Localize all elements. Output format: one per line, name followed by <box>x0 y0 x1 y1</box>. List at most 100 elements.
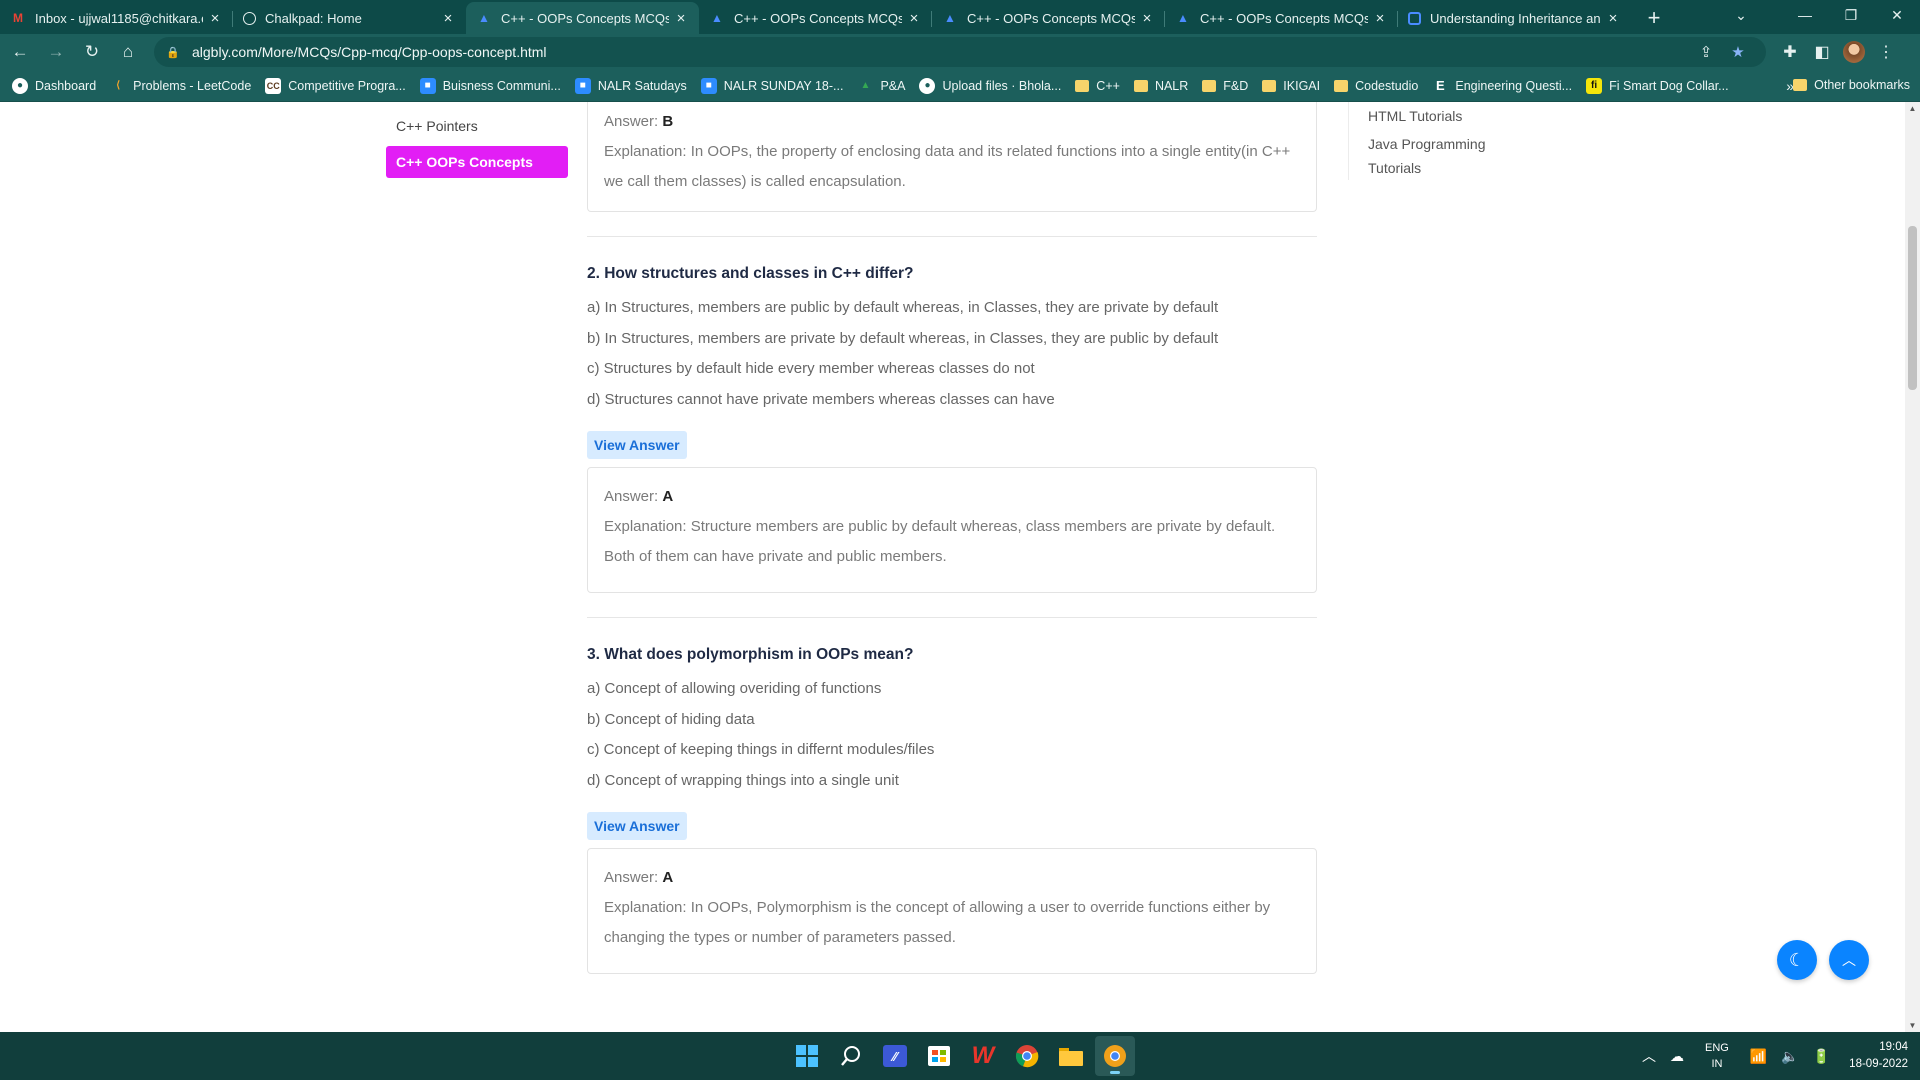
speaker-icon[interactable]: 🔈 <box>1781 1048 1798 1065</box>
lock-icon[interactable]: 🔒 <box>166 46 180 59</box>
tab-title: C++ - OOPs Concepts MCQs (M <box>1200 10 1368 26</box>
right-nav-html-tutorials[interactable]: HTML Tutorials <box>1368 104 1548 128</box>
answer-key: A <box>662 869 674 886</box>
windows-start-icon[interactable] <box>787 1036 827 1076</box>
other-bookmarks[interactable]: Other bookmarks <box>1793 78 1910 92</box>
bookmark-pa[interactable]: ▲ P&A <box>857 78 906 94</box>
globe-icon <box>243 11 256 25</box>
bookmark-folder-cpp[interactable]: C++ <box>1075 79 1120 93</box>
side-panel-icon[interactable]: ◧ <box>1806 36 1838 68</box>
bookmark-label: NALR SUNDAY 18-... <box>723 78 844 93</box>
minimize-icon[interactable]: — <box>1782 0 1828 30</box>
bookmark-label: IKIGAI <box>1283 78 1321 93</box>
bookmark-folder-fd[interactable]: F&D <box>1202 79 1248 93</box>
wps-office-icon[interactable]: W <box>963 1036 1003 1076</box>
tab-search-icon[interactable]: ⌄ <box>1718 0 1764 30</box>
sidebar-item-cpp-oops-concepts[interactable]: C++ OOPs Concepts <box>386 146 568 178</box>
chrome-icon[interactable] <box>1007 1036 1047 1076</box>
tab-title: C++ - OOPs Concepts MCQs (M <box>967 10 1135 26</box>
tab-algbly-3[interactable]: ▲ C++ - OOPs Concepts MCQs (M × <box>932 2 1165 34</box>
right-sidebar-nav: HTML Tutorials Java Programming Tutorial… <box>1348 102 1548 180</box>
tab-gmail[interactable]: M Inbox - ujjwal1185@chitkara.edu × <box>0 2 233 34</box>
address-url[interactable]: algbly.com/More/MCQs/Cpp-mcq/Cpp-oops-co… <box>192 44 1690 60</box>
sidebar-item-cpp-pointers[interactable]: C++ Pointers <box>386 108 568 144</box>
scroll-down-arrow-icon[interactable]: ▼ <box>1905 1021 1920 1030</box>
bookmark-dashboard[interactable]: ● Dashboard <box>12 77 96 94</box>
close-icon[interactable]: × <box>673 10 689 27</box>
extensions-icon[interactable]: ✚ <box>1774 36 1806 68</box>
clock[interactable]: 19:04 18-09-2022 <box>1849 1039 1908 1073</box>
bookmark-folder-nalr[interactable]: NALR <box>1133 79 1188 93</box>
tab-inheritance[interactable]: Understanding Inheritance and × <box>1398 2 1631 34</box>
profile-avatar[interactable] <box>1843 41 1865 63</box>
options-list: a) In Structures, members are public by … <box>587 293 1317 415</box>
tab-algbly-active[interactable]: ▲ C++ - OOPs Concepts MCQs (M × <box>466 2 699 34</box>
bookmark-business[interactable]: ■ Buisness Communi... <box>419 77 561 94</box>
language-indicator[interactable]: ENG IN <box>1705 1040 1729 1072</box>
tab-algbly-2[interactable]: ▲ C++ - OOPs Concepts MCQs (M × <box>699 2 932 34</box>
github-icon: ● <box>919 77 936 94</box>
scrollbar-thumb[interactable] <box>1908 226 1917 390</box>
menu-kebab-icon[interactable]: ⋮ <box>1870 36 1902 68</box>
question-title: 2. How structures and classes in C++ dif… <box>587 265 914 282</box>
answer-box: Answer: A Explanation: Structure members… <box>587 467 1317 593</box>
onedrive-cloud-icon[interactable]: ☁ <box>1670 1048 1684 1065</box>
bookmark-leetcode[interactable]: ⟨ Problems - LeetCode <box>110 78 251 94</box>
bookmark-label: F&D <box>1223 78 1249 93</box>
windows-taskbar: ⁄⁄ W ︿ ☁ ENG IN 📶 🔈 🔋 19:04 18-09-2022 <box>0 1032 1920 1080</box>
view-answer-button[interactable]: View Answer <box>587 431 687 459</box>
scroll-to-top-button[interactable]: ︿ <box>1829 940 1869 980</box>
forward-icon[interactable]: → <box>40 36 72 68</box>
bookmark-label: Upload files · Bhola... <box>942 78 1062 93</box>
answer-line: Answer: A <box>604 863 1300 893</box>
bookmark-folder-ikigai[interactable]: IKIGAI <box>1262 79 1320 93</box>
right-nav-java-tutorials[interactable]: Java Programming Tutorials <box>1368 132 1498 180</box>
bookmark-folder-codestudio[interactable]: Codestudio <box>1334 79 1418 93</box>
file-explorer-icon[interactable] <box>1051 1036 1091 1076</box>
other-bookmarks-label: Other bookmarks <box>1814 78 1910 92</box>
dark-mode-toggle-button[interactable]: ☾ <box>1777 940 1817 980</box>
answer-explanation: Explanation: In OOPs, Polymorphism is th… <box>604 899 1271 946</box>
bookmark-fi[interactable]: fi Fi Smart Dog Collar... <box>1586 77 1729 94</box>
chrome-canary-icon[interactable] <box>1095 1036 1135 1076</box>
bookmark-competitive[interactable]: CC Competitive Progra... <box>265 77 406 94</box>
bookmark-star-icon[interactable]: ★ <box>1722 43 1754 61</box>
close-window-icon[interactable]: ✕ <box>1874 0 1920 30</box>
close-icon[interactable]: × <box>207 10 223 27</box>
back-icon[interactable]: ← <box>4 36 36 68</box>
wifi-icon[interactable]: 📶 <box>1750 1048 1767 1065</box>
page-scrollbar[interactable]: ▲ ▼ <box>1905 102 1920 1032</box>
tab-title: Chalkpad: Home <box>265 10 362 26</box>
close-icon[interactable]: × <box>1605 10 1621 27</box>
new-tab-button[interactable]: + <box>1637 2 1671 34</box>
restore-icon[interactable]: ❐ <box>1828 0 1874 30</box>
bookmark-label: Engineering Questi... <box>1455 78 1573 93</box>
tab-chalkpad[interactable]: Chalkpad: Home × <box>233 2 466 34</box>
left-sidebar-nav: C++ Pointers C++ OOPs Concepts <box>386 102 568 178</box>
reload-icon[interactable]: ↻ <box>76 36 108 68</box>
tab-algbly-4[interactable]: ▲ C++ - OOPs Concepts MCQs (M × <box>1165 2 1398 34</box>
bookmark-upload[interactable]: ● Upload files · Bhola... <box>919 77 1062 94</box>
leetcode-icon: ⟨ <box>116 80 121 91</box>
home-icon[interactable]: ⌂ <box>112 36 144 68</box>
visual-studio-icon[interactable]: ⁄⁄ <box>875 1036 915 1076</box>
battery-icon[interactable]: 🔋 <box>1813 1048 1830 1065</box>
share-icon[interactable]: ⇪ <box>1690 43 1722 61</box>
store-icon[interactable] <box>919 1036 959 1076</box>
tab-strip: M Inbox - ujjwal1185@chitkara.edu × Chal… <box>0 0 1920 34</box>
view-answer-button[interactable]: View Answer <box>587 812 687 840</box>
options-list: a) Concept of allowing overiding of func… <box>587 674 1317 796</box>
bookmark-nalr-sat[interactable]: ■ NALR Satudays <box>574 77 687 94</box>
web-page: C++ Pointers C++ OOPs Concepts Answer: B… <box>0 102 1920 1032</box>
bookmark-engineering[interactable]: E Engineering Questi... <box>1432 78 1572 94</box>
close-icon[interactable]: × <box>906 10 922 27</box>
close-icon[interactable]: × <box>440 10 456 27</box>
folder-icon <box>1262 79 1277 92</box>
close-icon[interactable]: × <box>1372 10 1388 27</box>
bookmark-nalr-sun[interactable]: ■ NALR SUNDAY 18-... <box>700 77 844 94</box>
close-icon[interactable]: × <box>1139 10 1155 27</box>
search-icon[interactable] <box>831 1036 871 1076</box>
chevron-up-icon[interactable]: ︿ <box>1642 1046 1656 1066</box>
address-bar[interactable]: 🔒 algbly.com/More/MCQs/Cpp-mcq/Cpp-oops-… <box>154 37 1766 67</box>
scroll-up-arrow-icon[interactable]: ▲ <box>1905 104 1920 113</box>
